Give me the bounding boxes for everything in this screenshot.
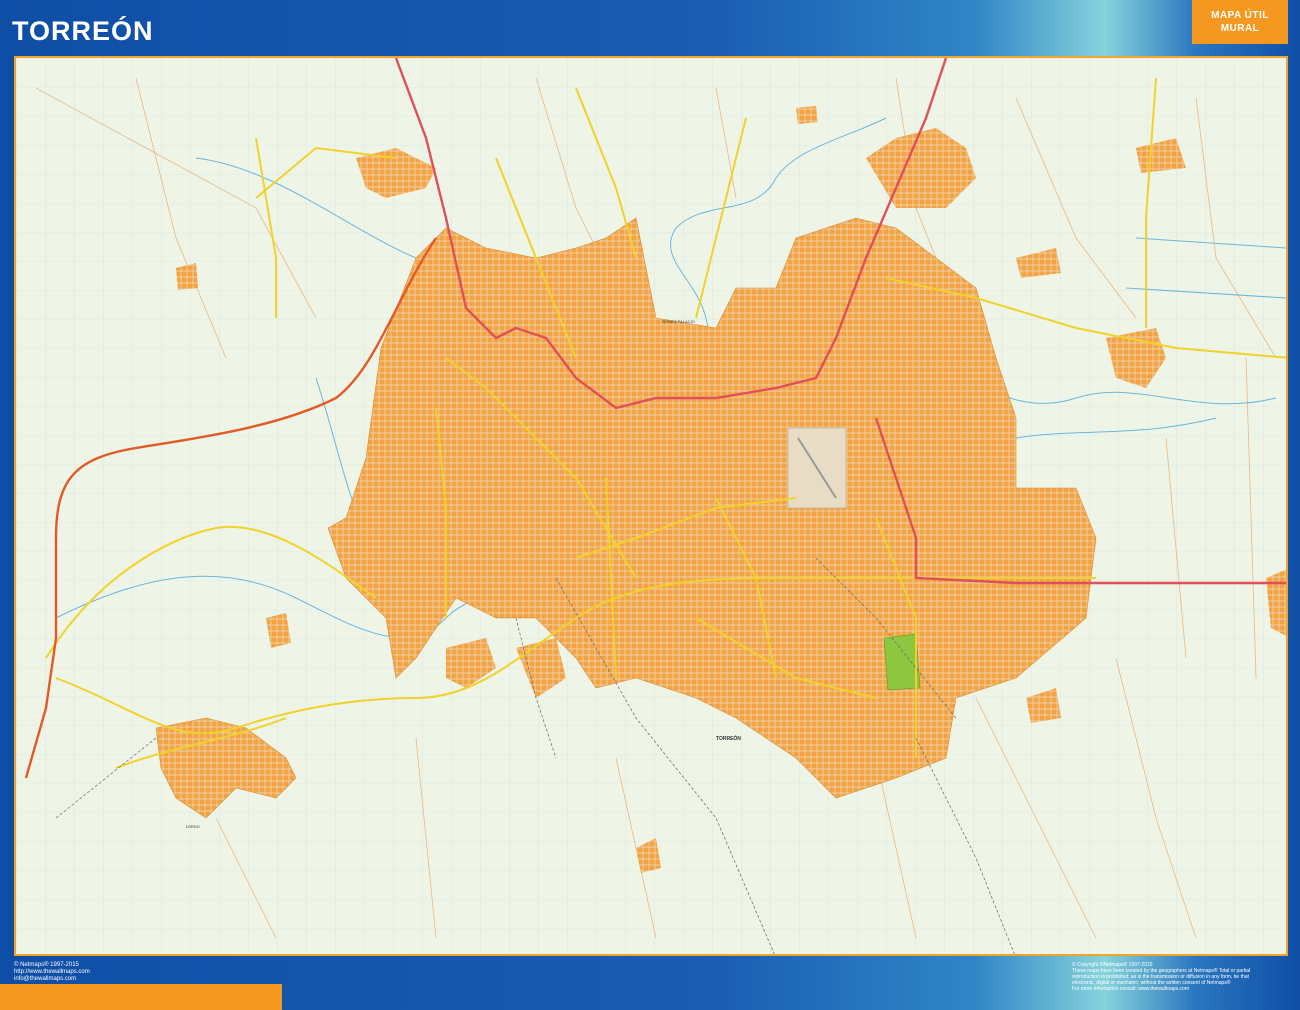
map-title: TORREÓN (12, 16, 154, 46)
footer-orange-bar (0, 984, 282, 1010)
map-canvas[interactable]: TORREÓN GÓMEZ PALACIO LERDO (14, 56, 1288, 956)
map-svg: TORREÓN GÓMEZ PALACIO LERDO (16, 58, 1286, 954)
footer-credits: © Netmaps® 1997-2015 http://www.thewallm… (14, 962, 90, 983)
badge-line-2: MURAL (1220, 23, 1260, 34)
footer-legal: © Copyright ©Netmaps® 1997-2015 These ma… (1072, 962, 1282, 992)
badge-line-1: MAPA ÚTIL (1211, 10, 1269, 21)
park (883, 633, 921, 691)
place-label-gomez-palacio: GÓMEZ PALACIO (662, 319, 695, 324)
footer-copyright: © Netmaps® 1997-2015 (14, 962, 79, 968)
place-label-lerdo: LERDO (186, 824, 200, 829)
footer-website[interactable]: http://www.thewallmaps.com (14, 969, 90, 976)
city-label-torreon: TORREÓN (716, 734, 741, 742)
legal-line-5: For more information consult: www.thewal… (1072, 986, 1189, 992)
mapa-util-badge: MAPA ÚTIL MURAL (1192, 0, 1288, 44)
footer-email[interactable]: info@thewallmaps.com (14, 976, 90, 983)
